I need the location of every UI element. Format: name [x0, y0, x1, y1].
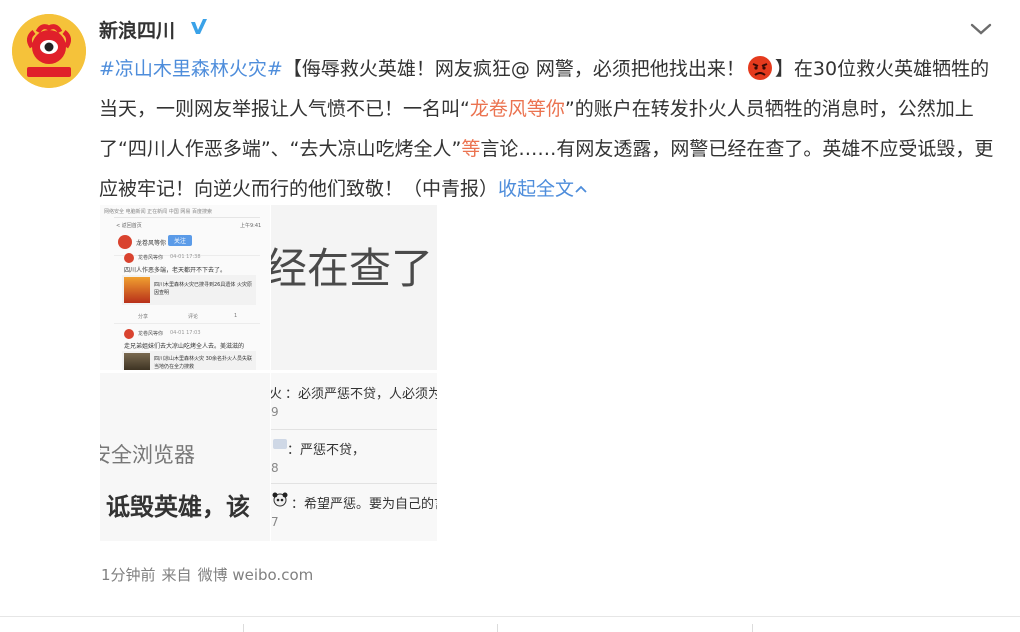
comment-count: 8 — [271, 461, 279, 475]
avatar — [124, 329, 134, 339]
divider — [0, 616, 1020, 617]
link-title: 四川木里森林火灾已搜寻到26具遗体 火灾原因查明 — [154, 282, 252, 296]
card-time: 04-01 17:38 — [170, 254, 201, 260]
avatar — [118, 235, 132, 249]
action-divider — [243, 624, 244, 632]
fire-thumbnail — [124, 277, 150, 303]
post-image-4[interactable]: 火 ：必须严惩不贷，人必须为自 9 ：严惩不贷， 8 ：希望严惩。要为自己的言 … — [271, 373, 437, 541]
angry-face-icon — [747, 56, 772, 80]
collapse-label: 收起全文 — [498, 178, 575, 200]
post-image-2[interactable]: 经在查了， — [271, 205, 437, 370]
comment-text: ：希望严惩。要为自己的言 — [291, 497, 437, 512]
avatar — [124, 253, 134, 263]
card-text: 四川人作恶多端，老天都开不下去了。 — [124, 267, 227, 274]
post-time[interactable]: 1分钟前 — [101, 566, 156, 584]
back-label: < 返回首页 — [116, 223, 142, 229]
post-image-3[interactable]: 安全浏览器 诋毁英雄，该 — [100, 373, 270, 541]
card-text: 走兄弟姐妹们去大凉山吃烤全人去。美滋滋的 — [124, 343, 245, 350]
comment-count: 7 — [271, 515, 279, 529]
post-meta: 1分钟前 来自 微博 weibo.com — [101, 564, 319, 585]
collapse-text-link[interactable]: 收起全文 — [498, 178, 588, 200]
card-name: 龙卷风等你 — [138, 331, 164, 337]
comment-text: ：严惩不贷， — [287, 443, 366, 458]
chevron-up-icon — [575, 185, 587, 193]
zoomed-text: 诋毁英雄，该 — [106, 493, 250, 521]
action-comment: 评论 — [188, 314, 199, 320]
blurred-username — [273, 439, 287, 449]
panda-emoji-icon — [272, 492, 288, 507]
zoomed-text: 安全浏览器 — [100, 443, 195, 467]
author-name[interactable]: 新浪四川 — [99, 16, 175, 43]
action-divider — [752, 624, 753, 632]
card-name: 龙卷风等你 — [138, 255, 164, 261]
divider — [114, 217, 260, 218]
post-text-segment: 【侮辱救火英雄！网友疯狂@ 网警，必须把他找出来！ — [282, 58, 745, 80]
post-image-1[interactable]: 网络安全 电脑新闻 正在新闻 中国 网易 百度搜索 < 返回首页 上午9:41 … — [100, 205, 270, 370]
fire-thumbnail — [124, 353, 150, 370]
action-divider — [497, 624, 498, 632]
author-avatar[interactable] — [12, 14, 86, 88]
sina-logo-icon — [12, 14, 86, 88]
zoomed-text: 经在查了， — [271, 244, 437, 293]
source-link[interactable]: 微博 weibo.com — [198, 566, 314, 584]
divider — [271, 429, 437, 430]
comment-count: 9 — [271, 405, 279, 419]
action-like: 1 — [234, 313, 238, 319]
comment-text: ：必须严惩不贷，人必须为自 — [285, 387, 437, 402]
account-link[interactable]: 龙卷风等你 — [470, 98, 565, 120]
comment-name: 火 — [271, 387, 283, 402]
follow-button: 关注 — [168, 235, 193, 246]
link-title: 四川凉山木里森林火灾 30余名扑火人员失联 当地仍在全力搜救 — [154, 356, 252, 370]
more-link[interactable]: 等 — [461, 138, 480, 160]
time-label: 上午9:41 — [240, 223, 262, 229]
card-time: 04-01 17:03 — [170, 330, 201, 336]
divider — [271, 483, 437, 484]
divider — [114, 323, 260, 324]
browser-tabs: 网络安全 电脑新闻 正在新闻 中国 网易 百度搜索 — [104, 209, 212, 215]
verified-badge-icon — [191, 19, 207, 34]
topic-link[interactable]: #凉山木里森林火灾# — [99, 58, 283, 80]
post-body: #凉山木里森林火灾#【侮辱救火英雄！网友疯狂@ 网警，必须把他找出来！ 】在30… — [99, 49, 999, 209]
chevron-down-icon[interactable] — [968, 20, 994, 38]
source-prefix: 来自 — [161, 566, 192, 584]
profile-name: 龙卷风等你 — [136, 240, 167, 247]
action-share: 分享 — [138, 314, 149, 320]
